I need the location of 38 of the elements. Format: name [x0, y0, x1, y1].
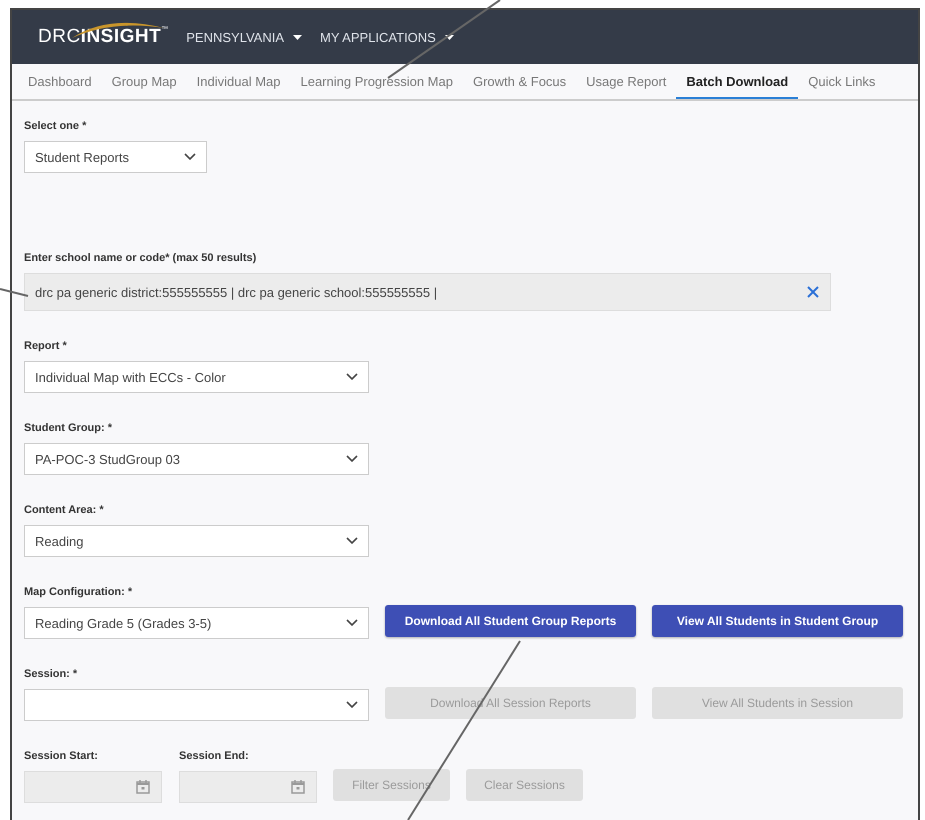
action-button[interactable]: Download All Student Group Reports	[385, 605, 636, 637]
menu-dropdown[interactable]: MY APPLICATIONS	[320, 30, 454, 44]
chevron-down-icon	[346, 373, 358, 381]
nav-tab[interactable]: Growth & Focus	[462, 64, 576, 99]
field-label: Session: *	[24, 668, 78, 682]
caret-icon	[444, 34, 454, 40]
field-label: Student Group: *	[24, 422, 113, 436]
chevron-down-icon	[346, 701, 358, 709]
field-label: Content Area: *	[24, 504, 105, 518]
chevron-down-icon	[184, 153, 196, 161]
field-label: Session End:	[179, 750, 250, 764]
nav-tab[interactable]: Learning Progression Map	[290, 64, 463, 99]
chevron-down-icon	[346, 455, 358, 463]
search-field[interactable]: drc pa generic district:555555555 | drc pa generic school:555555555 |	[24, 273, 831, 311]
chevron-down-icon	[346, 619, 358, 627]
dropdown-field[interactable]: Individual Map with ECCs - Color	[24, 361, 369, 393]
field-label: Report *	[24, 340, 68, 354]
menu-dropdown[interactable]: PENNSYLVANIA	[186, 30, 302, 44]
nav-tab[interactable]: Group Map	[102, 64, 187, 99]
field-label: Map Configuration: *	[24, 586, 134, 600]
clear-icon[interactable]	[806, 285, 820, 299]
action-button[interactable]: View All Students in Student Group	[652, 605, 903, 637]
field-label: Enter school name or code* (max 50 results)	[24, 252, 258, 266]
nav-tab[interactable]: Batch Download	[676, 64, 798, 99]
dropdown-field[interactable]: PA-POC-3 StudGroup 03	[24, 443, 369, 475]
dropdown-field[interactable]: Reading	[24, 525, 369, 557]
dropdown-field[interactable]: Reading Grade 5 (Grades 3-5)	[24, 607, 369, 639]
dropdown-field[interactable]: Student Reports	[24, 141, 207, 173]
nav-tab[interactable]: Individual Map	[186, 64, 290, 99]
field-label: Select one *	[24, 120, 88, 134]
field-label: Session Start:	[24, 750, 99, 764]
chevron-down-icon	[346, 537, 358, 545]
nav-tab[interactable]: Quick Links	[798, 64, 886, 99]
nav-tab[interactable]: Usage Report	[576, 64, 676, 99]
dropdown-field[interactable]	[24, 689, 369, 721]
leader-line	[0, 288, 28, 297]
nav-tab[interactable]: Dashboard	[18, 64, 102, 99]
caret-icon	[293, 34, 302, 40]
